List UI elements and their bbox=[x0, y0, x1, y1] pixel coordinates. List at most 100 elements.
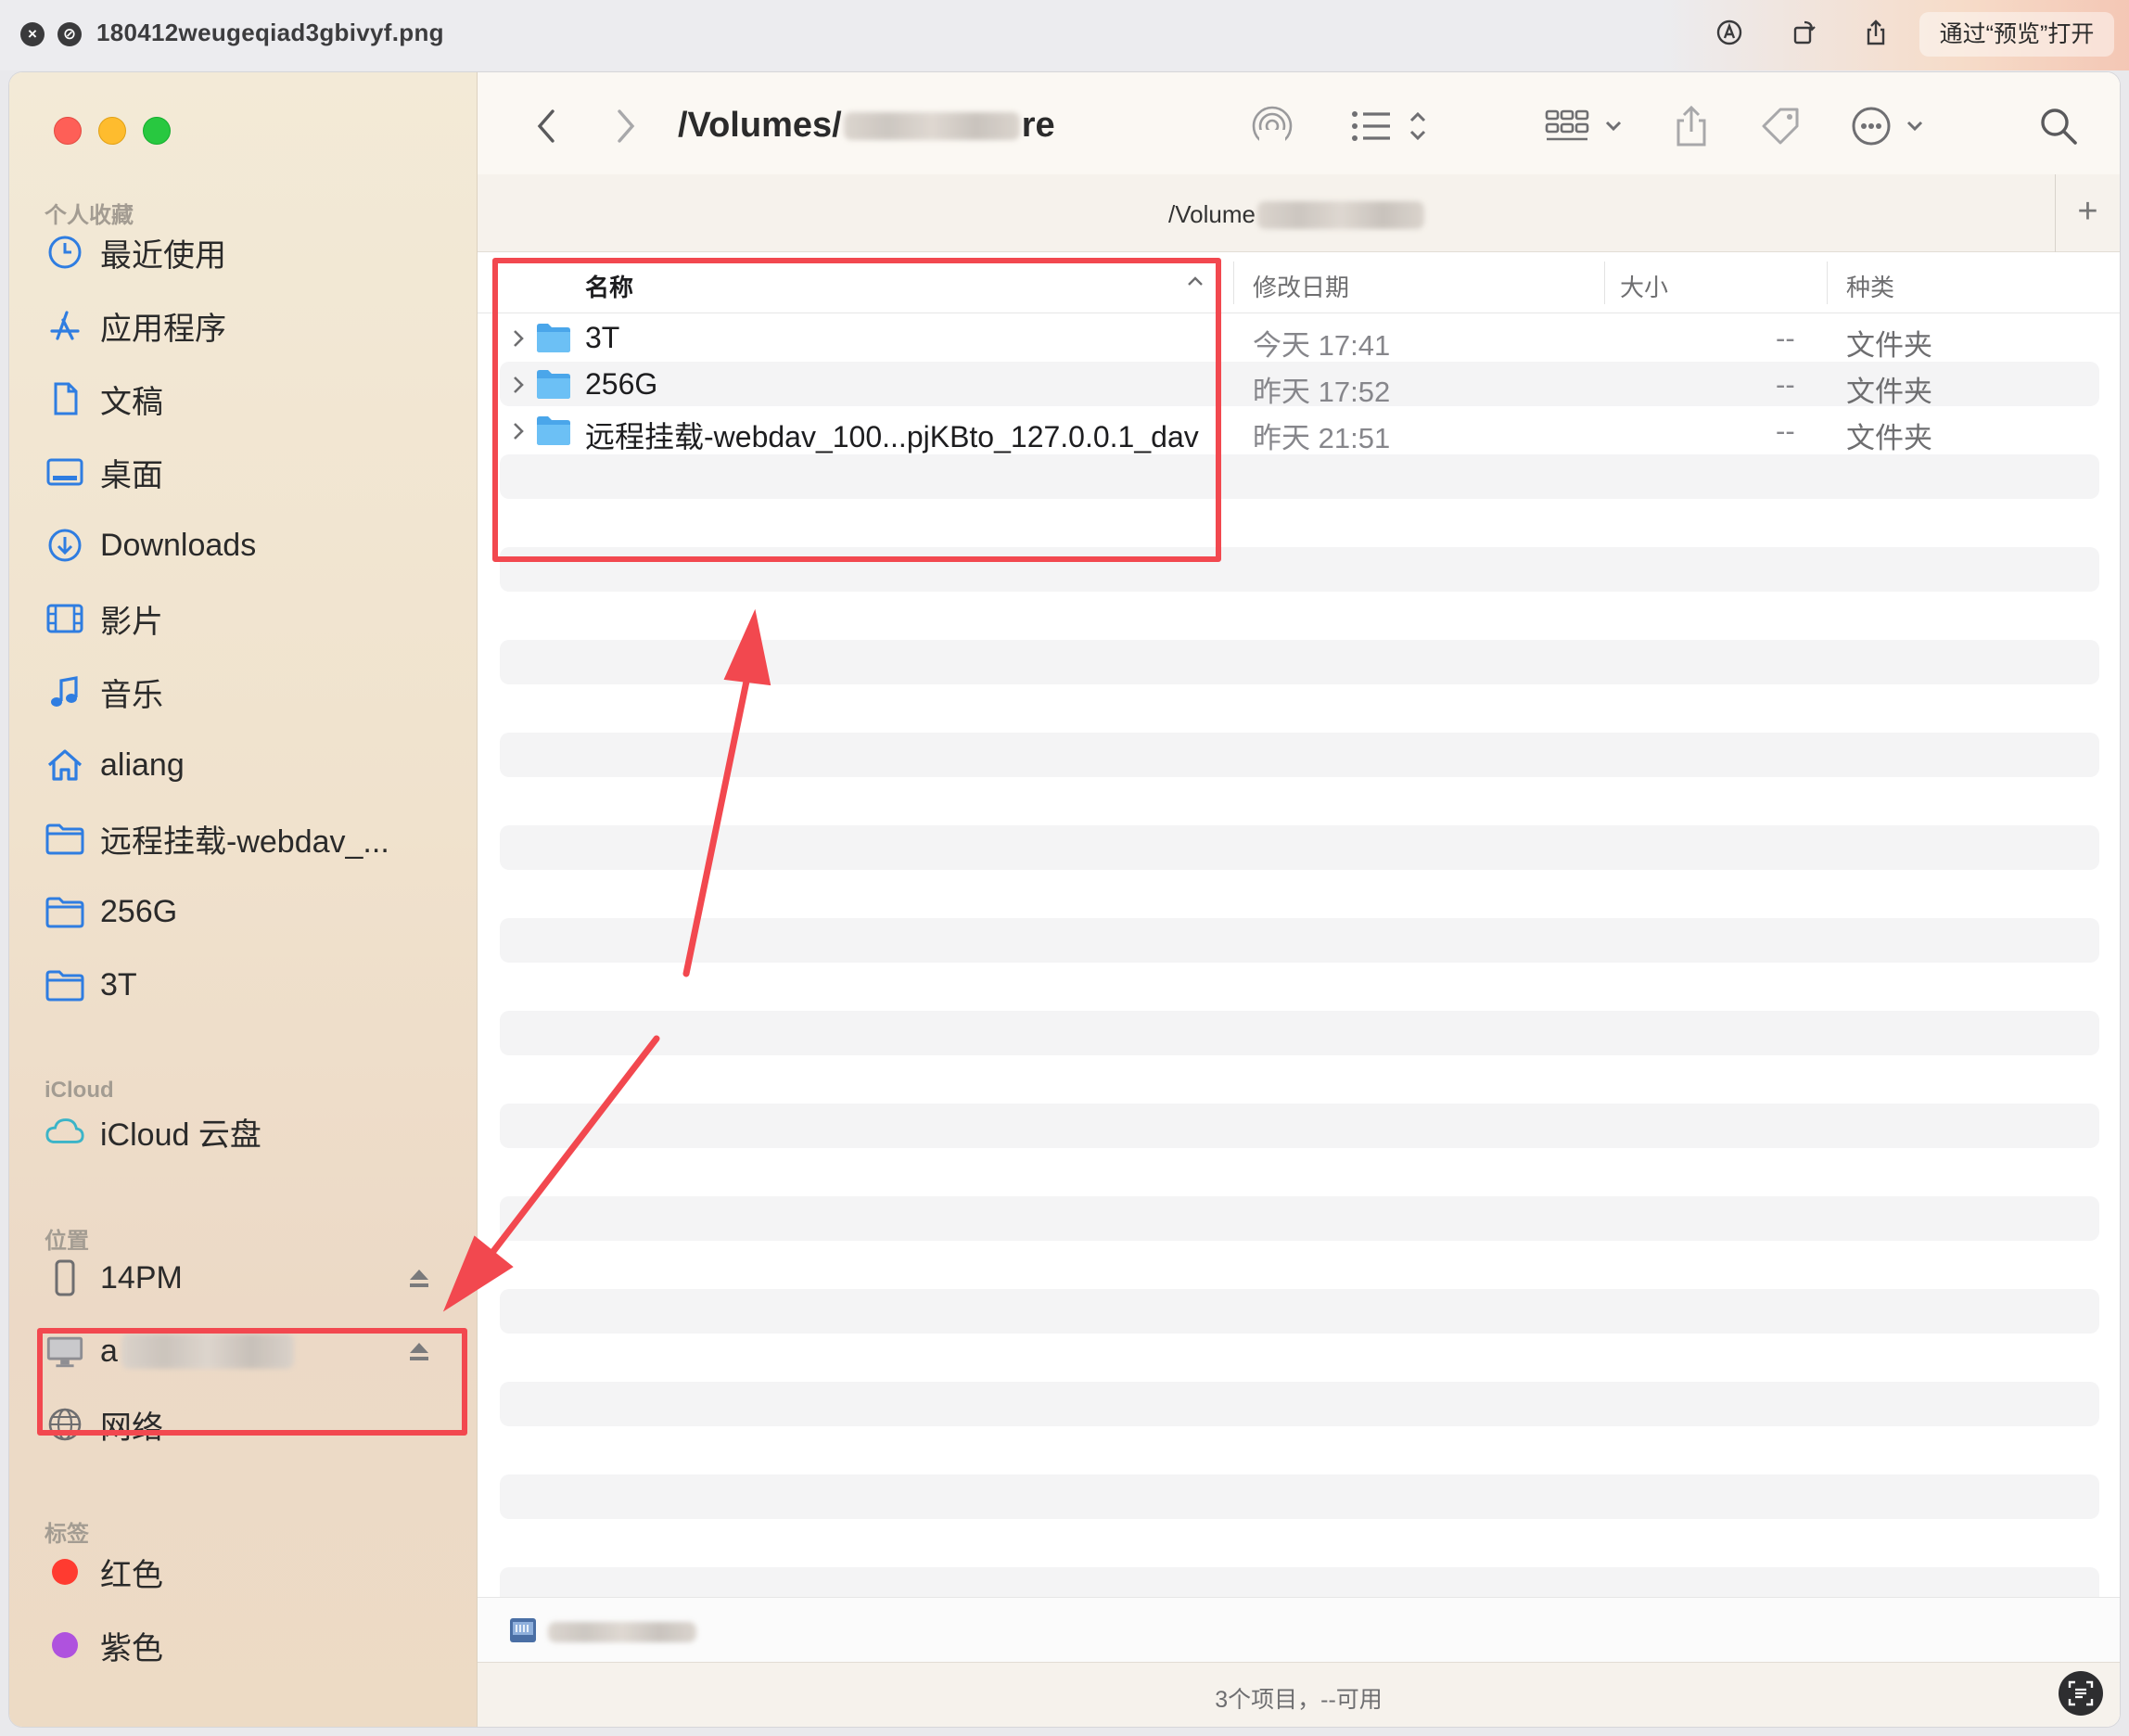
sidebar-item-downloads[interactable]: Downloads bbox=[45, 517, 453, 573]
share-icon[interactable] bbox=[1860, 19, 1892, 50]
sidebar-item-label: 应用程序 bbox=[100, 311, 226, 347]
drive-icon[interactable] bbox=[507, 1615, 539, 1651]
file-size: -- bbox=[1776, 322, 1795, 354]
red-tag-dot-icon bbox=[45, 1551, 85, 1592]
row-stripe bbox=[500, 825, 2099, 870]
sidebar-item-label: 红色 bbox=[100, 1557, 163, 1593]
sidebar-tag-purple[interactable]: 紫色 bbox=[45, 1617, 453, 1673]
zoom-window-button[interactable] bbox=[143, 117, 171, 145]
column-divider[interactable] bbox=[1604, 262, 1605, 304]
row-stripe bbox=[500, 1104, 2099, 1148]
close-window-button[interactable] bbox=[54, 117, 82, 145]
more-actions-button[interactable] bbox=[1850, 106, 1933, 147]
icloud-header: iCloud bbox=[45, 1078, 114, 1103]
sidebar-item-label: 紫色 bbox=[100, 1630, 163, 1666]
sidebar-item-applications[interactable]: 应用程序 bbox=[45, 298, 453, 353]
annotation-box-files bbox=[492, 258, 1221, 562]
sidebar-item-music[interactable]: 音乐 bbox=[45, 664, 453, 720]
redacted-title bbox=[843, 111, 1020, 140]
annotation-box-volume bbox=[37, 1328, 467, 1436]
file-date: 昨天 17:52 bbox=[1253, 376, 1391, 408]
sidebar-item-label: Downloads bbox=[100, 527, 257, 563]
sidebar-item-movies[interactable]: 影片 bbox=[45, 591, 453, 646]
desktop-icon bbox=[45, 452, 85, 492]
sidebar-item-256g[interactable]: 256G bbox=[45, 884, 453, 939]
search-button[interactable] bbox=[2035, 106, 2082, 147]
sidebar-item-webdav[interactable]: 远程挂载-webdav_... bbox=[45, 811, 453, 866]
row-stripe bbox=[500, 1196, 2099, 1241]
download-icon bbox=[45, 525, 85, 566]
sidebar-item-label: 3T bbox=[100, 966, 137, 1002]
rotate-icon[interactable] bbox=[1788, 19, 1819, 50]
apps-icon bbox=[45, 305, 85, 346]
file-size: -- bbox=[1776, 415, 1795, 447]
markup-icon[interactable] bbox=[1714, 19, 1745, 50]
file-date: 今天 17:41 bbox=[1253, 329, 1391, 362]
view-list-button[interactable] bbox=[1345, 106, 1438, 147]
tab-label-prefix: /Volume bbox=[1168, 200, 1256, 228]
tag-button[interactable] bbox=[1755, 106, 1807, 147]
group-button[interactable] bbox=[1544, 106, 1629, 147]
sidebar-item-label: 14PM bbox=[100, 1259, 183, 1296]
sidebar-item-label: 影片 bbox=[100, 604, 163, 640]
title-path-prefix: /Volumes/ bbox=[678, 106, 842, 145]
minimize-window-button[interactable] bbox=[98, 117, 126, 145]
row-stripe bbox=[500, 1382, 2099, 1426]
document-icon bbox=[45, 378, 85, 419]
cloud-icon bbox=[45, 1111, 85, 1152]
column-size[interactable]: 大小 bbox=[1620, 269, 1668, 303]
back-button[interactable] bbox=[528, 106, 565, 147]
purple-tag-dot-icon bbox=[45, 1625, 85, 1666]
row-stripe bbox=[500, 1289, 2099, 1334]
path-bar bbox=[478, 1597, 2120, 1662]
sidebar: 个人收藏 最近使用 应用程序 文稿 桌面 Downloads 影片 音乐 ali… bbox=[9, 72, 478, 1727]
eject-icon[interactable] bbox=[406, 1265, 432, 1291]
music-icon bbox=[45, 671, 85, 712]
phone-icon bbox=[45, 1257, 85, 1298]
status-bar: 3个项目，--可用 bbox=[478, 1662, 2120, 1727]
share-button[interactable] bbox=[1668, 105, 1715, 147]
quicklook-titlebar: × ⊘ 180412weugeqiad3gbivyf.png 通过“预览”打开 bbox=[0, 0, 2129, 70]
sidebar-item-label: 最近使用 bbox=[100, 237, 226, 274]
clock-icon bbox=[45, 232, 85, 273]
redacted-tab bbox=[1256, 200, 1424, 229]
tab-current[interactable]: /Volume bbox=[1168, 200, 1424, 229]
column-divider[interactable] bbox=[1827, 262, 1828, 304]
sidebar-item-label: 远程挂载-webdav_... bbox=[100, 823, 389, 860]
toolbar: /Volumes/ re bbox=[478, 72, 2120, 174]
airdrop-icon[interactable] bbox=[1247, 106, 1297, 147]
live-text-icon[interactable] bbox=[2059, 1671, 2103, 1716]
file-size: -- bbox=[1776, 368, 1795, 401]
new-tab-button[interactable]: + bbox=[2055, 174, 2120, 252]
file-kind: 文件夹 bbox=[1846, 376, 1932, 408]
forward-button[interactable] bbox=[607, 106, 644, 147]
tags-header: 标签 bbox=[45, 1522, 89, 1547]
column-date[interactable]: 修改日期 bbox=[1253, 269, 1349, 303]
sidebar-item-documents[interactable]: 文稿 bbox=[45, 371, 453, 427]
row-stripe bbox=[500, 1474, 2099, 1519]
close-icon[interactable]: × bbox=[20, 22, 45, 46]
home-icon bbox=[45, 745, 85, 785]
title-path-suffix: re bbox=[1021, 106, 1055, 145]
window-title: /Volumes/ re bbox=[678, 106, 1055, 146]
column-divider[interactable] bbox=[1233, 262, 1234, 304]
sidebar-item-label: iCloud 云盘 bbox=[100, 1117, 261, 1153]
sidebar-item-3t[interactable]: 3T bbox=[45, 957, 453, 1013]
file-date: 昨天 21:51 bbox=[1253, 422, 1391, 454]
sidebar-item-icloud-drive[interactable]: iCloud 云盘 bbox=[45, 1104, 453, 1159]
row-stripe bbox=[500, 640, 2099, 684]
status-text: 3个项目，--可用 bbox=[1215, 1687, 1383, 1713]
file-kind: 文件夹 bbox=[1846, 329, 1932, 362]
sidebar-item-home[interactable]: aliang bbox=[45, 737, 453, 793]
fullscreen-icon[interactable]: ⊘ bbox=[57, 22, 82, 46]
sidebar-tag-red[interactable]: 红色 bbox=[45, 1544, 453, 1600]
sidebar-item-label: 文稿 bbox=[100, 384, 163, 420]
sidebar-item-recents[interactable]: 最近使用 bbox=[45, 224, 453, 280]
sidebar-item-label: 音乐 bbox=[100, 677, 163, 713]
sidebar-item-14pm[interactable]: 14PM bbox=[45, 1250, 453, 1306]
sidebar-item-desktop[interactable]: 桌面 bbox=[45, 444, 453, 500]
row-stripe bbox=[500, 1011, 2099, 1055]
column-kind[interactable]: 种类 bbox=[1846, 269, 1894, 303]
open-with-preview-button[interactable]: 通过“预览”打开 bbox=[1919, 12, 2114, 57]
tab-bar: /Volume + bbox=[478, 174, 2120, 252]
